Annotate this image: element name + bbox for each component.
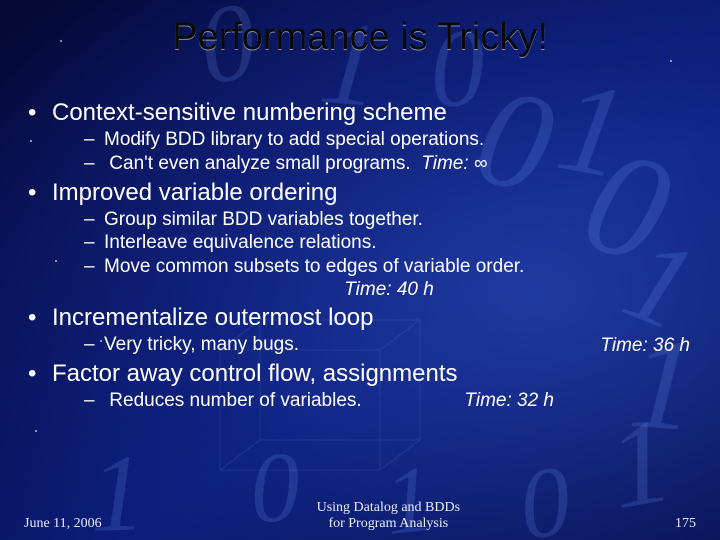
sub-item: Group similar BDD variables together. [84, 208, 694, 232]
sub-item: Reduces number of variables. [84, 389, 694, 413]
slide: 010 010 111 010 1 Performance is Tricky!… [0, 0, 720, 540]
bullet-label: Factor away control flow, assignments [52, 360, 458, 387]
sub-item: Modify BDD library to add special operat… [84, 128, 694, 152]
sub-item: Can't even analyze small programs. Time:… [84, 152, 694, 176]
footer-date: June 11, 2006 [24, 516, 102, 532]
time-value: Time: 32 h [464, 390, 554, 412]
bullet-label: Incrementalize outermost loop [52, 304, 374, 331]
slide-footer: June 11, 2006 Using Datalog and BDDs for… [24, 500, 696, 532]
sub-item: Interleave equivalence relations. [84, 231, 694, 255]
bullet-4: Factor away control flow, assignments Re… [28, 359, 694, 413]
sub-label: Interleave equivalence relations. [104, 232, 377, 253]
slide-title: Performance is Tricky! [0, 16, 720, 59]
footer-title-line: for Program Analysis [328, 516, 448, 531]
slide-body: Context-sensitive numbering scheme Modif… [28, 96, 694, 412]
sub-label: Move common subsets to edges of variable… [104, 256, 524, 277]
sub-label: Very tricky, many bugs. [104, 334, 299, 355]
sub-label: Group similar BDD variables together. [104, 209, 423, 230]
footer-title: Using Datalog and BDDs for Program Analy… [102, 500, 675, 532]
time-value: Time: 40 h [28, 279, 694, 301]
bullet-label: Improved variable ordering [52, 179, 337, 206]
sub-label: Modify BDD library to add special operat… [104, 129, 484, 150]
bullet-label: Context-sensitive numbering scheme [52, 99, 447, 126]
sub-item: Move common subsets to edges of variable… [84, 255, 694, 279]
sub-label: Can't even analyze small programs. [109, 153, 410, 174]
time-label: Time: [421, 153, 468, 174]
sub-label: Reduces number of variables. [109, 390, 361, 411]
bullet-3: Incrementalize outermost loop Very trick… [28, 303, 694, 357]
footer-title-line: Using Datalog and BDDs [317, 500, 461, 515]
time-value: ∞ [474, 153, 488, 174]
bullet-2: Improved variable ordering Group similar… [28, 178, 694, 301]
bullet-1: Context-sensitive numbering scheme Modif… [28, 98, 694, 176]
footer-page-number: 175 [675, 516, 696, 532]
time-value: Time: 36 h [600, 335, 690, 357]
